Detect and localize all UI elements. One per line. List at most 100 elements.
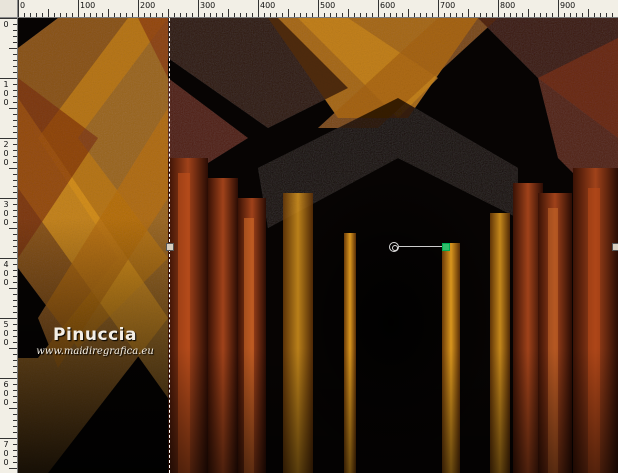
ruler-left-tick: [13, 426, 17, 427]
pivot-point-handle[interactable]: [389, 242, 399, 252]
ruler-left-tick: [9, 48, 17, 49]
ruler-top-tick: [384, 13, 385, 17]
ruler-top-tick: [210, 13, 211, 17]
ruler-left-label: 4 0 0: [3, 260, 9, 287]
ruler-top-tick: [504, 13, 505, 17]
ruler-left-tick: [9, 168, 17, 169]
ruler-top-label: 100: [80, 1, 96, 10]
ruler-top-tick: [282, 13, 283, 17]
ruler-top-tick: [342, 13, 343, 17]
ruler-top-tick: [378, 0, 379, 17]
ruler-top-tick: [162, 13, 163, 17]
ruler-top-label: 800: [500, 1, 516, 10]
horizontal-ruler[interactable]: 0 100 200 300 400 500 600 700 800 900: [18, 0, 618, 18]
ruler-top-tick: [354, 13, 355, 17]
ruler-left-tick: [13, 30, 17, 31]
ruler-top-tick: [30, 13, 31, 17]
ruler-top-tick: [18, 0, 19, 17]
ruler-left-tick: [13, 354, 17, 355]
ruler-left-tick: [13, 222, 17, 223]
ruler-left-tick: [13, 330, 17, 331]
ruler-top-tick: [426, 13, 427, 17]
ruler-top-tick: [294, 13, 295, 17]
ruler-top-tick: [252, 13, 253, 17]
ruler-left-tick: [13, 24, 17, 25]
ruler-left-tick: [13, 90, 17, 91]
ruler-top-label: 900: [560, 1, 576, 10]
ruler-left-tick: [13, 300, 17, 301]
ruler-top-tick: [360, 13, 361, 17]
ruler-left-tick: [13, 366, 17, 367]
rotation-handle[interactable]: [442, 243, 450, 251]
ruler-left-tick: [0, 438, 17, 439]
ruler-left-tick: [13, 120, 17, 121]
ruler-left-tick: [13, 216, 17, 217]
ruler-left-tick: [13, 444, 17, 445]
ruler-top-tick: [486, 13, 487, 17]
ruler-top-tick: [576, 13, 577, 17]
watermark-url: www.maidiregrafica.eu: [36, 346, 154, 357]
ruler-top-tick: [72, 13, 73, 17]
ruler-left-tick: [13, 450, 17, 451]
ruler-top-tick: [54, 13, 55, 17]
ruler-top-tick: [42, 13, 43, 17]
ruler-left-label: 6 0 0: [3, 380, 9, 407]
ruler-top-tick: [96, 13, 97, 17]
ruler-top-tick: [270, 13, 271, 17]
ruler-left-tick: [13, 54, 17, 55]
ruler-top-tick: [234, 13, 235, 17]
ruler-top-tick: [198, 0, 199, 17]
deform-handle-left[interactable]: [166, 243, 174, 251]
ruler-top-tick: [180, 13, 181, 17]
ruler-left-tick: [13, 96, 17, 97]
ruler-top-tick: [420, 13, 421, 17]
ruler-left-label: 2 0 0: [3, 140, 9, 167]
ruler-top-tick: [456, 13, 457, 17]
ruler-top-tick: [390, 13, 391, 17]
ruler-top-tick: [90, 13, 91, 17]
ruler-left-tick: [13, 36, 17, 37]
ruler-left-tick: [13, 192, 17, 193]
ruler-left-tick: [0, 258, 17, 259]
ruler-top-tick: [144, 13, 145, 17]
ruler-top-tick: [138, 0, 139, 17]
vertical-ruler[interactable]: 0 1 0 0 2 0 0 3 0 0 4 0 0 5 0 0 6 0 0 7 0 0: [0, 18, 18, 473]
image-canvas[interactable]: [18, 18, 618, 473]
ruler-top-tick: [516, 13, 517, 17]
ruler-left-tick: [13, 186, 17, 187]
ruler-left-tick: [0, 318, 17, 319]
ruler-top-tick: [24, 13, 25, 17]
ruler-left-tick: [13, 156, 17, 157]
deform-handle-right[interactable]: [612, 243, 618, 251]
ruler-top-tick: [66, 13, 67, 17]
ruler-left-label: 7 0 0: [3, 440, 9, 467]
ruler-top-tick: [606, 13, 607, 17]
ruler-top-tick: [612, 13, 613, 17]
ruler-left-tick: [13, 60, 17, 61]
ruler-top-tick: [438, 0, 439, 17]
ruler-top-label: 300: [200, 1, 216, 10]
ruler-top-tick: [564, 13, 565, 17]
ruler-left-tick: [9, 348, 17, 349]
ruler-left-tick: [0, 198, 17, 199]
ruler-left-tick: [13, 372, 17, 373]
ruler-left-tick: [9, 468, 17, 469]
ruler-left-tick: [13, 384, 17, 385]
ruler-left-tick: [13, 42, 17, 43]
ruler-left-tick: [0, 138, 17, 139]
ruler-left-tick: [13, 204, 17, 205]
ruler-top-tick: [60, 13, 61, 17]
ruler-top-tick: [540, 13, 541, 17]
ruler-left-tick: [13, 396, 17, 397]
ruler-left-tick: [13, 324, 17, 325]
ruler-left-tick: [13, 174, 17, 175]
watermark-name: Pinuccia: [53, 325, 137, 345]
ruler-top-tick: [264, 13, 265, 17]
ruler-top-tick: [174, 13, 175, 17]
ruler-left-tick: [13, 432, 17, 433]
ruler-top-tick: [588, 9, 589, 17]
ruler-left-label: 0: [3, 20, 9, 29]
ruler-top-tick: [546, 13, 547, 17]
watermark: Pinuccia www.maidiregrafica.eu: [20, 325, 170, 357]
ruler-top-label: 0: [20, 1, 26, 10]
